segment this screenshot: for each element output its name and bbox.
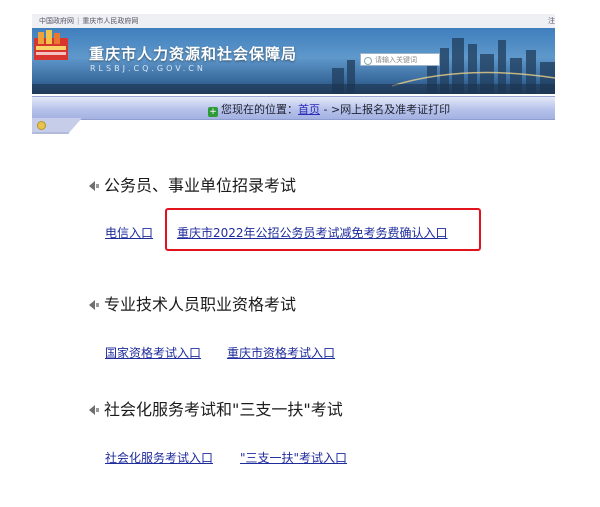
section-title-text: 专业技术人员职业资格考试 bbox=[104, 295, 297, 314]
gov-link[interactable]: 中国政府网 bbox=[39, 17, 74, 25]
section-title-professional: 专业技术人员职业资格考试 bbox=[88, 291, 296, 315]
section-title-civil-service: 公务员、事业单位招录考试 bbox=[88, 172, 296, 196]
telecom-entry-link[interactable]: 电信入口 bbox=[105, 224, 153, 241]
plus-home-icon: + bbox=[208, 107, 218, 117]
tab-dot-icon bbox=[37, 121, 46, 130]
breadcrumb-current: 网上报名及准考证打印 bbox=[340, 103, 451, 116]
social-service-exam-link[interactable]: 社会化服务考试入口 bbox=[105, 449, 213, 466]
bullet-icon bbox=[89, 181, 99, 191]
highlight-annotation bbox=[165, 208, 481, 251]
site-title: 重庆市人力资源和社会保障局 bbox=[89, 45, 298, 63]
top-links: 中国政府网 | 重庆市人民政府网 bbox=[39, 16, 138, 26]
section-title-social: 社会化服务考试和"三支一扶"考试 bbox=[88, 396, 343, 420]
section-title-text: 社会化服务考试和"三支一扶"考试 bbox=[104, 400, 343, 419]
site-domain: RLSBJ.CQ.GOV.CN bbox=[90, 64, 206, 73]
bullet-icon bbox=[89, 300, 99, 310]
breadcrumb-home-link[interactable]: 首页 bbox=[298, 103, 320, 116]
chongqing-exam-link[interactable]: 重庆市资格考试入口 bbox=[227, 344, 335, 361]
search-icon bbox=[364, 57, 372, 65]
link-divider: | bbox=[77, 17, 80, 25]
section-title-text: 公务员、事业单位招录考试 bbox=[104, 176, 297, 195]
bullet-icon bbox=[89, 405, 99, 415]
breadcrumb-prefix: 您现在的位置： bbox=[221, 103, 298, 116]
breadcrumb: + 您现在的位置：首页 - >网上报名及准考证打印 bbox=[208, 101, 450, 117]
search-input[interactable]: 请输入关键词 bbox=[360, 53, 440, 66]
breadcrumb-bar: + 您现在的位置：首页 - >网上报名及准考证打印 bbox=[32, 96, 555, 120]
site-banner: 重庆市人力资源和社会保障局 RLSBJ.CQ.GOV.CN 请输入关键词 bbox=[32, 28, 555, 94]
subtab-decoration bbox=[32, 118, 82, 134]
bureau-logo-icon bbox=[34, 30, 68, 60]
search-placeholder: 请输入关键词 bbox=[375, 56, 417, 64]
breadcrumb-separator: - > bbox=[320, 103, 341, 116]
cq-gov-link[interactable]: 重庆市人民政府网 bbox=[82, 17, 138, 25]
national-exam-link[interactable]: 国家资格考试入口 bbox=[105, 344, 201, 361]
three-support-exam-link[interactable]: "三支一扶"考试入口 bbox=[240, 449, 347, 466]
login-link[interactable]: 注 bbox=[548, 16, 555, 26]
top-utility-bar: 中国政府网 | 重庆市人民政府网 注 bbox=[32, 14, 555, 29]
